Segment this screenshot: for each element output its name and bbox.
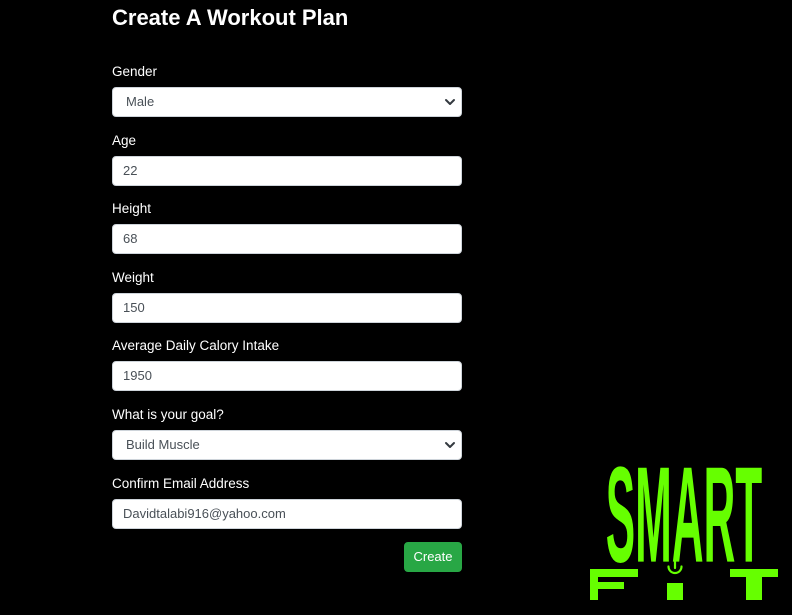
calories-input[interactable]: 1950: [112, 361, 462, 392]
email-label: Confirm Email Address: [112, 475, 250, 491]
height-input[interactable]: 68: [112, 224, 462, 255]
page: Create A Workout Plan Gender Male Age 22…: [0, 0, 792, 615]
smart-fit-logo: SMART: [590, 439, 778, 600]
age-group: Age 22: [112, 133, 462, 202]
workout-plan-form: Gender Male Age 22 Height 68 Weight 150: [112, 64, 462, 544]
goal-label: What is your goal?: [112, 406, 224, 422]
logo-text-smart: SMART: [606, 439, 762, 591]
page-title: Create A Workout Plan: [112, 5, 349, 30]
chevron-down-icon: [445, 441, 455, 448]
height-label: Height: [112, 201, 152, 217]
email-input[interactable]: Davidtalabi916@yahoo.com: [112, 498, 462, 529]
gender-label: Gender: [112, 64, 158, 79]
goal-value: Build Muscle: [126, 436, 200, 452]
calories-value: 1950: [123, 368, 152, 384]
age-input[interactable]: 22: [112, 155, 462, 186]
weight-input[interactable]: 150: [112, 292, 462, 323]
chevron-down-icon: [445, 99, 455, 105]
weight-value: 150: [123, 299, 145, 315]
create-button[interactable]: Create: [404, 542, 462, 572]
goal-select[interactable]: Build Muscle: [112, 429, 462, 460]
gender-select[interactable]: Male: [112, 87, 462, 117]
age-label: Age: [112, 132, 137, 148]
gender-value: Male: [126, 94, 155, 109]
age-value: 22: [123, 162, 138, 178]
calories-label: Average Daily Calory Intake: [112, 338, 280, 354]
gender-group: Gender Male: [112, 64, 462, 133]
goal-group: What is your goal? Build Muscle: [112, 407, 462, 476]
calories-group: Average Daily Calory Intake 1950: [112, 338, 462, 407]
weight-label: Weight: [112, 269, 154, 285]
weight-group: Weight 150: [112, 270, 462, 339]
email-value: Davidtalabi916@yahoo.com: [123, 505, 286, 521]
email-group: Confirm Email Address Davidtalabi916@yah…: [112, 476, 462, 545]
height-group: Height 68: [112, 201, 462, 270]
height-value: 68: [123, 231, 138, 247]
